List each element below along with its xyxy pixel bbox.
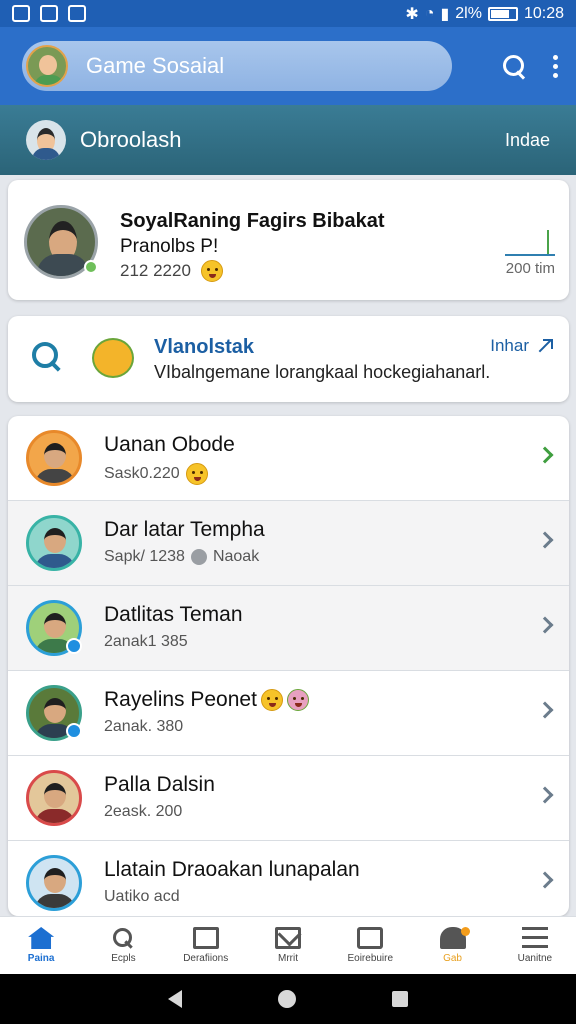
chevron-right-icon[interactable] xyxy=(536,701,554,719)
friend-meta: 2eask. 200 xyxy=(104,803,183,820)
friend-meta: Sask0.220 xyxy=(104,465,180,482)
featured-card[interactable]: SoyalRaning Fagirs Bibakat Pranolbs P! 2… xyxy=(8,180,569,300)
tab-search[interactable]: Ecpls xyxy=(82,917,164,974)
tab-menu[interactable]: Uanitne xyxy=(494,917,576,974)
search-icon[interactable] xyxy=(32,342,62,372)
activity-chart-icon xyxy=(505,230,555,256)
friend-name: Datlitas Teman xyxy=(104,603,243,626)
list-item[interactable]: Datlitas Teman 2anak1 385 xyxy=(8,586,569,671)
recents-icon[interactable] xyxy=(392,991,408,1007)
online-status-icon xyxy=(84,260,98,274)
suggestion-subtitle: VIbalngemane lorangkaal hockegiahanarl. xyxy=(154,362,491,382)
edit-icon xyxy=(357,927,384,949)
more-vert-icon[interactable] xyxy=(553,54,558,78)
tab-label: Paina xyxy=(27,953,55,964)
sticker-icon xyxy=(92,338,134,378)
tab-label: Uanitne xyxy=(517,953,553,964)
chat-title: Obroolash xyxy=(80,127,182,152)
search-icon[interactable] xyxy=(501,53,527,79)
surprised-emoji-icon xyxy=(260,689,283,711)
friends-list: Uanan Obode Sask0.220 Dar latar Tempha S… xyxy=(8,416,569,916)
app-title-pill[interactable]: Game Sosaial xyxy=(22,41,452,91)
mail-icon xyxy=(274,927,301,949)
home-circle-icon[interactable] xyxy=(278,990,296,1008)
friend-meta: 2anak1 385 xyxy=(104,633,188,650)
battery-text: 2l% xyxy=(455,4,482,22)
suggestion-link[interactable]: Inhar xyxy=(490,336,553,356)
bell-icon xyxy=(439,927,470,949)
tab-label: Mrrit xyxy=(277,953,298,964)
sticker-emoji-icon xyxy=(286,689,309,711)
battery-icon xyxy=(487,6,518,21)
featured-subtitle: Pranolbs P! xyxy=(120,236,219,257)
tv-notification-icon xyxy=(68,5,86,22)
bottom-navigation: Paina Ecpls Derafiions Mrrit Eoirebuire … xyxy=(0,916,576,974)
chevron-right-icon[interactable] xyxy=(536,786,554,804)
friend-name: Llatain Draoakan lunapalan xyxy=(104,858,360,881)
list-item[interactable]: Uanan Obode Sask0.220 xyxy=(8,416,569,501)
app-bar: Game Sosaial xyxy=(0,27,576,105)
app-notification-icon xyxy=(40,5,58,22)
tab-label: Derafiions xyxy=(183,953,229,964)
friend-meta: Uatiko acd xyxy=(104,888,180,905)
friend-name: Palla Dalsin xyxy=(104,773,215,796)
search-icon xyxy=(110,927,136,949)
system-nav-bar xyxy=(0,974,576,1024)
home-icon xyxy=(28,927,55,949)
friend-name: Uanan Obode xyxy=(104,433,235,456)
clock: 10:28 xyxy=(523,4,564,22)
friend-name: Rayelins Peonet xyxy=(104,688,257,711)
status-bar: ✱ ◔ ▮ 2l% 10:28 xyxy=(0,0,576,27)
tab-label: Ecpls xyxy=(111,953,136,964)
verified-badge-icon xyxy=(66,723,82,739)
tab-notifications[interactable]: Derafiions xyxy=(165,917,247,974)
chat-avatar xyxy=(26,120,66,160)
chevron-right-icon[interactable] xyxy=(536,446,554,464)
list-item[interactable]: Llatain Draoakan lunapalan Uatiko acd xyxy=(8,841,569,916)
box-icon xyxy=(192,927,219,949)
bluetooth-icon: ✱ xyxy=(405,5,419,23)
back-icon[interactable] xyxy=(168,990,182,1008)
friend-name: Dar latar Tempha xyxy=(104,518,265,541)
smile-emoji-icon xyxy=(200,260,223,282)
friend-meta: 2anak. 380 xyxy=(104,718,184,735)
friend-extra: Naoak xyxy=(212,548,260,565)
chevron-right-icon[interactable] xyxy=(536,871,554,889)
chevron-right-icon[interactable] xyxy=(536,531,554,549)
friend-avatar xyxy=(26,855,82,911)
tab-alerts[interactable]: Gab xyxy=(411,917,493,974)
suggestion-card[interactable]: Vlanolstak VIbalngemane lorangkaal hocke… xyxy=(8,316,569,402)
chat-action-link[interactable]: Indae xyxy=(505,130,550,151)
tab-edit[interactable]: Eoirebuire xyxy=(329,917,411,974)
suggestion-link-label: Inhar xyxy=(490,336,529,355)
friend-avatar xyxy=(26,515,82,571)
tab-home[interactable]: Paina xyxy=(0,917,82,974)
list-item[interactable]: Palla Dalsin 2eask. 200 xyxy=(8,756,569,841)
tab-label: Gab xyxy=(443,953,462,964)
tab-label: Eoirebuire xyxy=(347,953,394,964)
list-item[interactable]: Rayelins Peonet 2anak. 380 xyxy=(8,671,569,756)
verified-badge-icon xyxy=(66,638,82,654)
list-item[interactable]: Dar latar Tempha Sapk/ 1238 Naoak xyxy=(8,501,569,586)
app-title: Game Sosaial xyxy=(86,53,225,78)
featured-time: 200 tim xyxy=(505,260,555,277)
friend-avatar xyxy=(26,430,82,486)
menu-icon xyxy=(521,927,548,949)
smile-emoji-icon xyxy=(185,463,208,485)
chevron-right-icon[interactable] xyxy=(536,616,554,634)
suggestion-title: Vlanolstak xyxy=(154,336,255,358)
wifi-icon: ◔ xyxy=(424,4,435,22)
featured-title: SoyalRaning Fagirs Bibakat xyxy=(120,210,385,232)
arrow-up-right-icon xyxy=(537,339,553,353)
signal-icon: ▮ xyxy=(440,5,450,23)
status-dot-icon xyxy=(190,549,207,565)
featured-meta: 212 2220 xyxy=(120,261,191,280)
friend-avatar xyxy=(26,770,82,826)
tab-mail[interactable]: Mrrit xyxy=(247,917,329,974)
user-avatar[interactable] xyxy=(26,45,68,87)
friend-meta: Sapk/ 1238 xyxy=(104,548,185,565)
gallery-notification-icon xyxy=(12,5,30,22)
chat-header[interactable]: Obroolash Indae xyxy=(0,105,576,175)
